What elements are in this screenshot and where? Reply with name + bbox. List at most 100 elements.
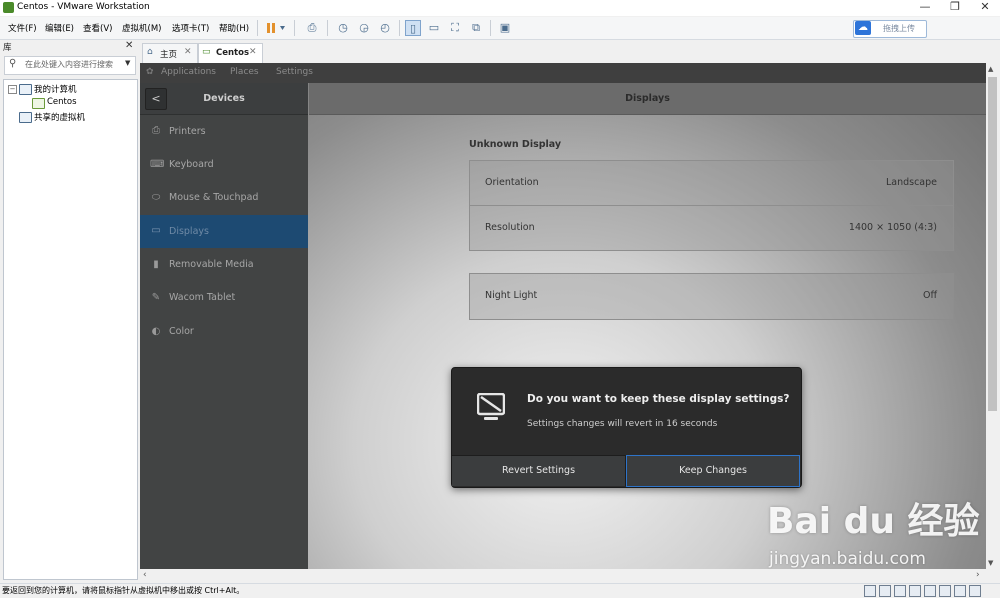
baidu-watermark-url: jingyan.baidu.com: [769, 549, 926, 569]
sidebar-item-keyboard[interactable]: [140, 149, 308, 182]
tab-home-label: 主页: [160, 50, 178, 60]
sidebar-item-label: Color: [169, 326, 194, 337]
sidebar-item-printers[interactable]: [140, 115, 308, 148]
toolbar-separator: [399, 20, 400, 36]
printer-device-icon[interactable]: [939, 585, 951, 597]
cloud-upload-icon: ☁: [855, 21, 871, 35]
devices-title: Devices: [203, 93, 245, 104]
vm-icon: [32, 98, 45, 109]
toolbar-separator: [327, 20, 328, 36]
resolution-value: 1400 × 1050 (4:3): [848, 222, 937, 233]
tablet-icon: ✎: [151, 292, 161, 303]
night-light-row[interactable]: [469, 273, 954, 320]
full-screen-switch-icon[interactable]: ⧉: [468, 20, 484, 36]
library-title: 库: [3, 43, 12, 53]
sidebar-item-label: Removable Media: [169, 259, 254, 270]
library-close-button[interactable]: ✕: [125, 40, 133, 51]
window-title: Centos - VMware Workstation: [17, 2, 150, 12]
restore-button[interactable]: ❐: [940, 0, 970, 16]
gnome-foot-icon: ✿: [146, 67, 154, 77]
vm-tab-icon: ▭: [202, 47, 211, 57]
menu-tabs[interactable]: 选项卡(T): [172, 22, 209, 34]
horizontal-scrollbar[interactable]: [140, 569, 986, 582]
tree-item-my-computer[interactable]: 我的计算机: [34, 83, 77, 95]
gnome-settings-menu[interactable]: Settings: [276, 67, 313, 77]
dialog-title: Do you want to keep these display settin…: [527, 393, 790, 405]
collapse-toggle-icon[interactable]: −: [8, 85, 17, 94]
search-icon: ⚲: [9, 58, 17, 69]
scroll-down-arrow-icon[interactable]: ▼: [988, 559, 993, 567]
page-title: Displays: [625, 93, 670, 104]
unity-icon[interactable]: ▭: [426, 20, 442, 36]
night-light-label: Night Light: [485, 290, 538, 301]
tree-item-shared-vms[interactable]: 共享的虚拟机: [34, 111, 85, 123]
tab-home-close-button[interactable]: ✕: [184, 47, 192, 57]
menu-help[interactable]: 帮助(H): [219, 22, 249, 34]
shared-vm-icon: [19, 112, 32, 123]
snapshot-manager-icon[interactable]: ◴: [377, 20, 393, 36]
console-view-icon[interactable]: ▯: [405, 20, 421, 36]
menu-file[interactable]: 文件(F): [8, 22, 37, 34]
orientation-value: Landscape: [885, 177, 937, 188]
computer-icon: [19, 84, 32, 95]
send-keys-icon[interactable]: ⎙: [304, 20, 320, 36]
library-tree: [3, 79, 138, 580]
tab-centos-close-button[interactable]: ✕: [249, 47, 257, 57]
scroll-right-arrow-icon[interactable]: ›: [976, 570, 980, 580]
sidebar-item-label: Keyboard: [169, 159, 214, 170]
menu-edit[interactable]: 编辑(E): [45, 22, 74, 34]
menu-view[interactable]: 查看(V): [83, 22, 112, 34]
keyboard-icon: ⌨: [150, 159, 165, 170]
message-log-icon[interactable]: [969, 585, 981, 597]
pause-icon: [267, 23, 285, 33]
baidu-watermark-logo: Bai du 经验: [767, 501, 980, 542]
scroll-left-arrow-icon[interactable]: ‹: [143, 570, 147, 580]
library-header: [0, 40, 137, 54]
vmware-app-icon: [3, 2, 14, 13]
library-search-input[interactable]: [25, 58, 120, 71]
sidebar-item-displays[interactable]: [140, 215, 308, 248]
network-adapter-icon[interactable]: [894, 585, 906, 597]
sidebar-item-label: Displays: [169, 226, 209, 237]
chevron-down-icon[interactable]: ▼: [125, 59, 130, 67]
snapshot-revert-icon[interactable]: ◶: [356, 20, 372, 36]
gnome-applications-menu[interactable]: Applications: [161, 67, 216, 77]
monitor-name: Unknown Display: [469, 139, 562, 150]
color-icon: ◐: [151, 326, 161, 337]
orientation-row[interactable]: [469, 160, 954, 206]
usb-icon[interactable]: [909, 585, 921, 597]
minimize-button[interactable]: —: [910, 0, 940, 16]
pause-button[interactable]: [264, 20, 288, 36]
toolbar-separator: [257, 20, 258, 36]
cd-rom-icon[interactable]: [879, 585, 891, 597]
vertical-scroll-thumb[interactable]: [988, 77, 997, 411]
fullscreen-icon[interactable]: ⛶: [447, 20, 463, 36]
hard-disk-icon[interactable]: [864, 585, 876, 597]
drag-upload-label: 拖拽上传: [883, 24, 915, 33]
tree-item-centos[interactable]: Centos: [47, 97, 77, 107]
sidebar-item-label: Wacom Tablet: [169, 292, 236, 303]
display-settings-icon: [476, 392, 506, 421]
status-message: 要返回到您的计算机，请将鼠标指针从虚拟机中移出或按 Ctrl+Alt。: [2, 586, 245, 595]
close-window-button[interactable]: ✕: [970, 0, 1000, 16]
sidebar-item-label: Printers: [169, 126, 206, 137]
mouse-icon: ⬭: [151, 192, 161, 203]
revert-settings-button[interactable]: Revert Settings: [452, 455, 626, 486]
menu-vm[interactable]: 虚拟机(M): [122, 22, 161, 34]
sound-card-icon[interactable]: [924, 585, 936, 597]
resolution-label: Resolution: [485, 222, 535, 233]
keep-changes-button[interactable]: Keep Changes: [626, 455, 800, 487]
snapshot-icon[interactable]: ◷: [335, 20, 351, 36]
sidebar-item-label: Mouse & Touchpad: [169, 192, 259, 203]
display-icon: ▭: [151, 225, 161, 236]
display-device-icon[interactable]: [954, 585, 966, 597]
gnome-top-bar: [140, 63, 986, 83]
sidebar-item-color[interactable]: [140, 315, 308, 348]
night-light-value: Off: [922, 290, 937, 301]
scroll-up-arrow-icon[interactable]: ▲: [988, 65, 993, 73]
home-icon: ⌂: [147, 47, 153, 57]
dialog-countdown-text: Settings changes will revert in 16 secon…: [527, 419, 718, 429]
tab-strip: [138, 40, 1000, 63]
gnome-places-menu[interactable]: Places: [230, 67, 259, 77]
console-only-icon[interactable]: ▣: [497, 20, 513, 36]
